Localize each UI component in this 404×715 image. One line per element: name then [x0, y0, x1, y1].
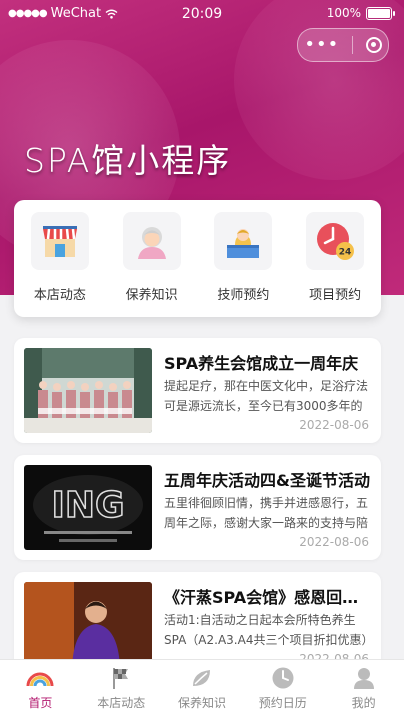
article-summary: 五里徘徊顾旧情，携手并进感恩行，五周年之际，感谢大家一路来的支持与陪伴 [164, 496, 369, 530]
article-date: 2022-08-06 [299, 535, 369, 549]
tab-booking-calendar[interactable]: 预约日历 [242, 660, 323, 715]
calendar-clock-icon: 24 [306, 212, 365, 270]
tab-care-knowledge[interactable]: 保养知识 [162, 660, 243, 715]
article-title: 五周年庆活动四&圣诞节活动 [164, 471, 370, 490]
article-summary: 提起足疗，那在中医文化中，足浴疗法可是源远流长，至今已有3000多年的历史 [164, 379, 369, 413]
tab-store-news[interactable]: 本店动态 [81, 660, 162, 715]
quick-nav-label: 技师预约 [217, 288, 270, 303]
leaf-icon [188, 665, 216, 691]
article-card[interactable]: ING 五周年庆活动四&圣诞节活动 五里徘徊顾旧情，携手并进感恩行，五周年之际，… [14, 455, 381, 560]
battery-icon [366, 6, 395, 20]
flag-icon [107, 665, 135, 691]
tab-label: 我的 [351, 696, 376, 710]
rainbow-icon [26, 665, 54, 691]
article-date: 2022-08-06 [299, 418, 369, 432]
tab-home[interactable]: 首页 [0, 660, 81, 715]
article-thumbnail [24, 348, 152, 433]
quick-nav-care-knowledge[interactable]: 保养知识 [112, 212, 192, 317]
close-target-icon[interactable] [365, 37, 382, 53]
storefront-icon [30, 212, 89, 270]
tab-mine[interactable]: 我的 [323, 660, 404, 715]
quick-nav: 本店动态 保养知识 技师预约 24 项目预约 [14, 200, 381, 317]
quick-nav-project-booking[interactable]: 24 项目预约 [295, 212, 375, 317]
app-title: SPA馆小程序 [24, 141, 232, 180]
article-summary: 活动1:自活动之日起本会所特色养生SPA（A2.A3.A4共三个项目折扣优惠） [164, 613, 374, 647]
battery-percent: 100% [326, 6, 361, 20]
quick-nav-label: 项目预约 [309, 288, 362, 303]
user-icon [350, 665, 378, 691]
battery-info: 100% [326, 6, 395, 20]
tab-label: 本店动态 [97, 696, 146, 710]
svg-text:ING: ING [51, 485, 124, 526]
article-title: 《汗蒸SPA会馆》感恩回馈活动 [164, 588, 372, 607]
quick-nav-label: 本店动态 [33, 288, 86, 303]
technician-desk-icon [214, 212, 273, 270]
svg-text:24: 24 [339, 248, 352, 258]
article-thumbnail: ING [24, 465, 152, 550]
tab-label: 首页 [28, 696, 53, 710]
miniprogram-capsule: ••• [297, 28, 389, 62]
clock-icon [269, 665, 297, 691]
tab-label: 预约日历 [258, 696, 307, 710]
quick-nav-label: 保养知识 [125, 288, 178, 303]
elder-woman-icon [122, 212, 181, 270]
article-card[interactable]: SPA养生会馆成立一周年庆 提起足疗，那在中医文化中，足浴疗法可是源远流长，至今… [14, 338, 381, 443]
more-dots-icon[interactable]: ••• [304, 36, 339, 54]
capsule-divider [351, 36, 353, 54]
tab-label: 保养知识 [177, 696, 226, 710]
quick-nav-store-news[interactable]: 本店动态 [20, 212, 100, 317]
article-thumbnail [24, 582, 152, 667]
status-bar: ●●●●● WeChat 20:09 100% [0, 0, 404, 28]
tab-bar: 首页 本店动态 保养知识 预约日历 我的 [0, 659, 404, 715]
article-title: SPA养生会馆成立一周年庆 [164, 354, 359, 373]
quick-nav-technician-booking[interactable]: 技师预约 [203, 212, 283, 317]
